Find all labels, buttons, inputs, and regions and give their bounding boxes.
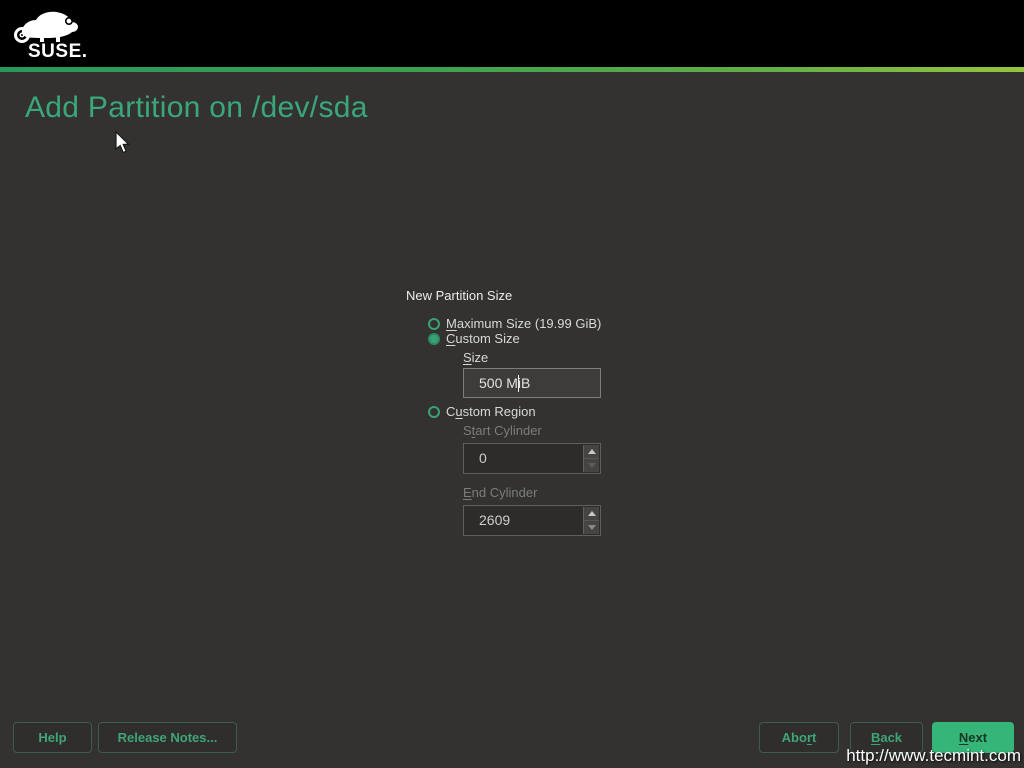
suse-logo-text: SUSE.: [28, 41, 88, 62]
page-title: Add Partition on /dev/sda: [25, 91, 368, 124]
arrow-down-icon: [587, 525, 596, 530]
radio-maximum-size[interactable]: Maximum Size (19.99 GiB): [428, 316, 601, 331]
add-partition-dialog: { "header": { "logo_text": "SUSE." }, "t…: [0, 0, 1024, 768]
spin-down-button[interactable]: [584, 458, 599, 472]
radio-custom-size-label: Custom Size: [446, 331, 520, 346]
release-notes-button[interactable]: Release Notes...: [98, 722, 237, 753]
radio-custom-size[interactable]: Custom Size: [428, 331, 520, 346]
spinner-arrows: [583, 445, 599, 472]
form-heading: New Partition Size: [406, 288, 513, 303]
size-input[interactable]: 500 MiB: [463, 368, 601, 398]
spin-up-button[interactable]: [584, 445, 599, 458]
start-cylinder-label: Start Cylinder: [463, 423, 542, 438]
spinner-arrows: [583, 507, 599, 534]
arrow-down-icon: [587, 463, 596, 468]
start-cylinder-value: 0: [479, 450, 487, 466]
radio-circle-icon[interactable]: [428, 405, 440, 418]
size-field-label: Size: [463, 350, 489, 365]
spin-up-button[interactable]: [584, 507, 599, 520]
end-cylinder-value: 2609: [479, 512, 511, 528]
abort-button[interactable]: Abort: [759, 722, 839, 753]
mouse-cursor-icon: [115, 131, 130, 154]
help-button[interactable]: Help: [13, 722, 92, 753]
radio-maximum-size-label: Maximum Size (19.99 GiB): [446, 316, 602, 331]
radio-custom-region-label: Custom Region: [446, 404, 536, 419]
text-caret: [518, 375, 519, 392]
tecmint-watermark: http://www.tecmint.com: [846, 746, 1021, 765]
brand-gradient-divider: [0, 67, 1024, 72]
radio-custom-region[interactable]: Custom Region: [428, 404, 536, 419]
suse-logo-icon: SUSE.: [14, 11, 88, 62]
spin-down-button[interactable]: [584, 520, 599, 534]
arrow-up-icon: [587, 449, 596, 454]
end-cylinder-spinner[interactable]: 2609: [463, 505, 601, 536]
arrow-up-icon: [587, 511, 596, 516]
end-cylinder-label: End Cylinder: [463, 485, 538, 500]
header-bar: SUSE.: [0, 0, 1024, 67]
start-cylinder-spinner[interactable]: 0: [463, 443, 601, 474]
radio-circle-icon[interactable]: [428, 317, 440, 330]
size-input-value: 500 MiB: [479, 375, 531, 391]
radio-circle-selected-icon[interactable]: [428, 332, 440, 345]
